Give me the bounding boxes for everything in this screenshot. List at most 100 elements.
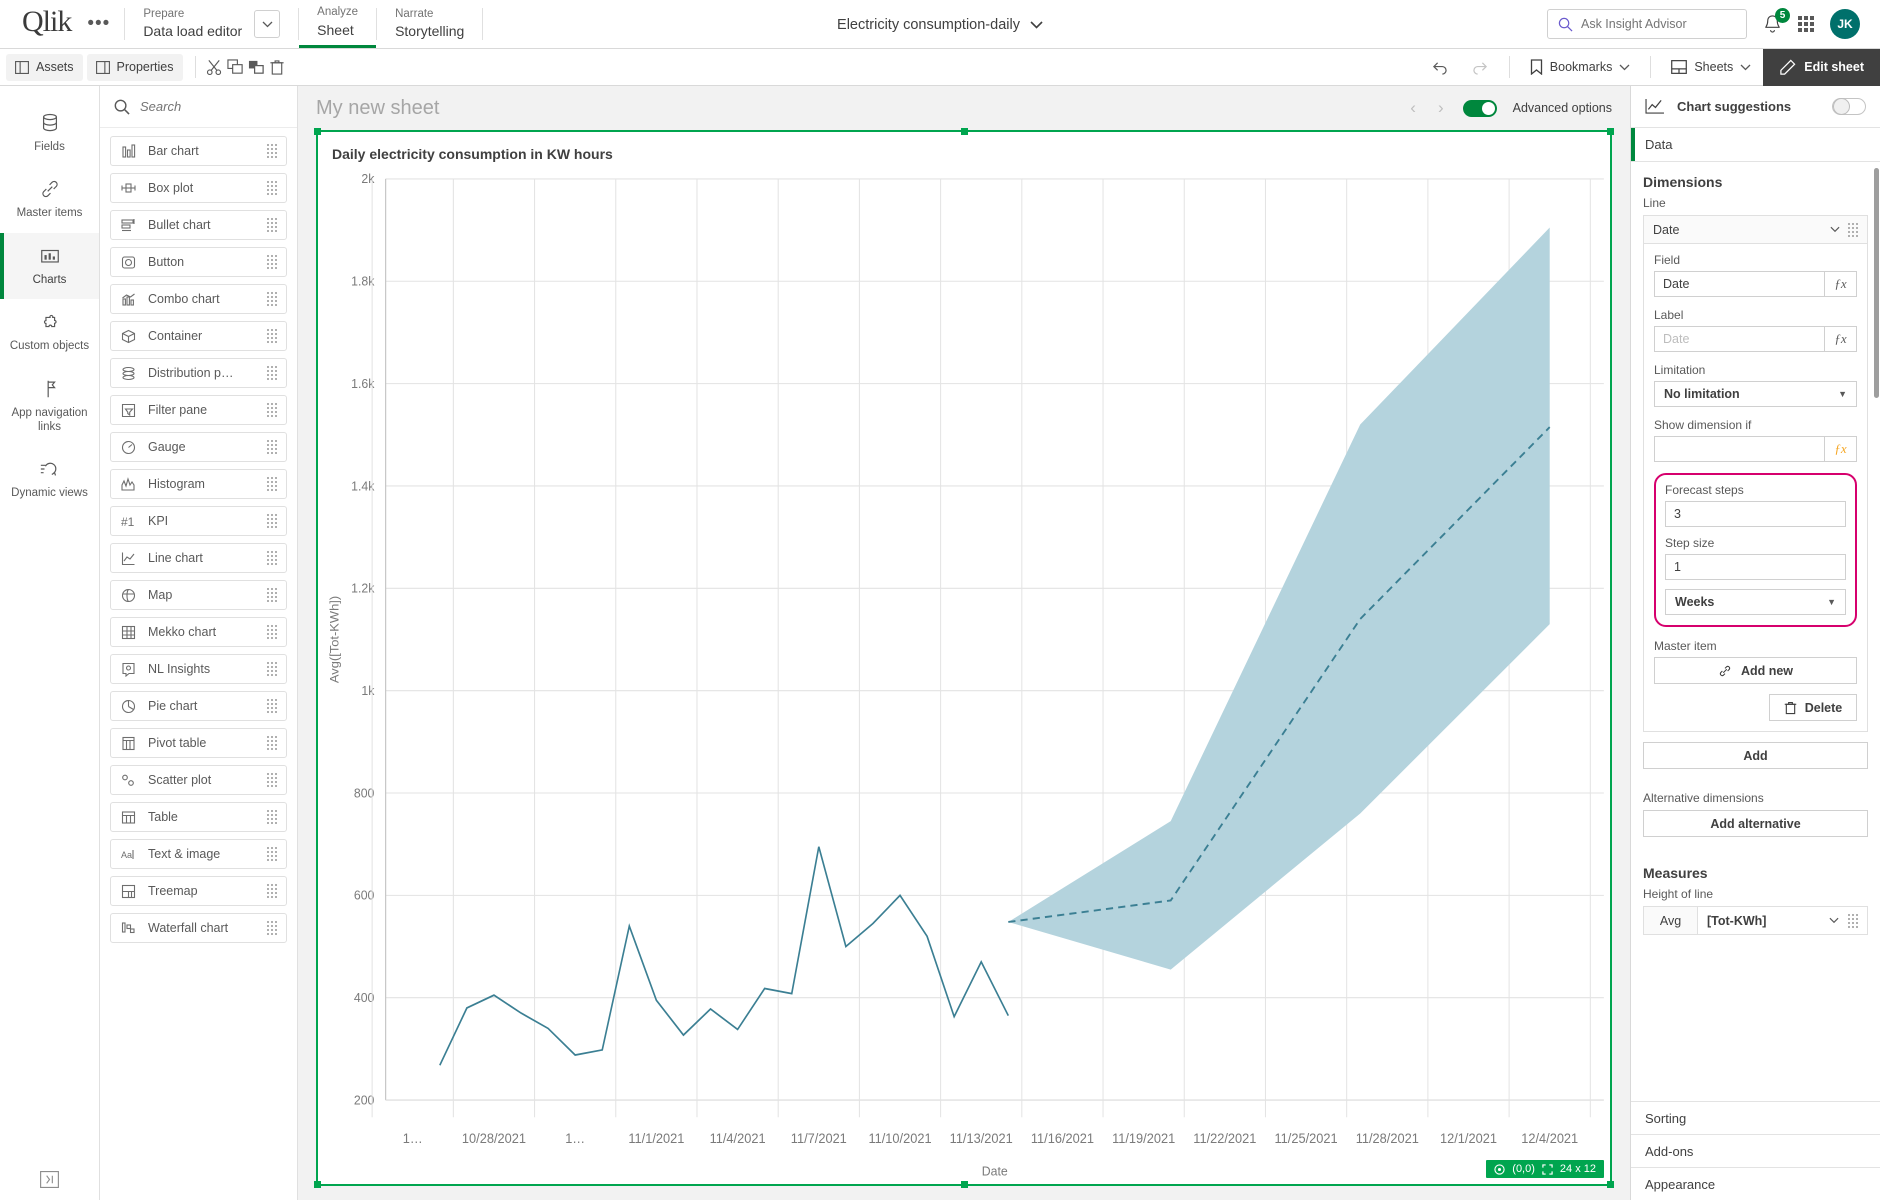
trash-icon[interactable] [267,59,288,76]
assets-search[interactable] [100,86,297,128]
edit-sheet-button[interactable]: Edit sheet [1763,49,1880,86]
more-horizontal-icon[interactable]: ••• [83,13,114,35]
sidebar-item-custom-objects[interactable]: Custom objects [0,299,99,365]
notifications-button[interactable]: 5 [1763,14,1782,34]
chart-suggestions-toggle[interactable] [1832,98,1866,115]
chart-type-item[interactable]: Mekko chart [110,617,287,647]
add-new-master-item-button[interactable]: Add new [1654,657,1857,684]
chart-type-item[interactable]: Histogram [110,469,287,499]
nav-analyze[interactable]: Analyze Sheet [299,0,376,48]
drag-handle-icon[interactable] [267,181,277,195]
search-input[interactable] [140,99,270,114]
chevron-down-icon[interactable] [254,10,280,38]
add-alternative-dimension-button[interactable]: Add alternative [1643,810,1868,837]
drag-handle-icon[interactable] [267,329,277,343]
chart-type-item[interactable]: Button [110,247,287,277]
forecast-steps-input[interactable]: 3 [1665,501,1846,527]
assets-button[interactable]: Assets [6,54,83,81]
chart-type-item[interactable]: Treemap [110,876,287,906]
chart-type-item[interactable]: Pie chart [110,691,287,721]
app-grid-icon[interactable] [1798,16,1814,32]
chart-type-item[interactable]: Scatter plot [110,765,287,795]
drag-handle-icon[interactable] [267,810,277,824]
avatar[interactable]: JK [1830,9,1860,39]
dimension-header[interactable]: Date [1644,216,1867,244]
chart-type-item[interactable]: NL Insights [110,654,287,684]
drag-handle-icon[interactable] [267,625,277,639]
drag-handle-icon[interactable] [267,366,277,380]
chart-type-item[interactable]: Gauge [110,432,287,462]
line-chart-svg[interactable]: 2004006008001k1.2k1.4k1.6k1.8k2k1…10/28/… [318,166,1610,1184]
expand-panel-button[interactable] [0,1171,99,1188]
sheets-button[interactable]: Sheets [1659,49,1763,86]
chevron-left-icon[interactable]: ‹ [1407,98,1419,118]
limitation-select[interactable]: No limitation ▼ [1654,381,1857,407]
chart-type-item[interactable]: Bar chart [110,136,287,166]
paste-icon[interactable] [246,59,267,76]
sidebar-item-fields[interactable]: Fields [0,100,99,166]
chart-type-item[interactable]: Waterfall chart [110,913,287,943]
chart-type-item[interactable]: Box plot [110,173,287,203]
resize-handle[interactable] [314,128,321,135]
chevron-right-icon[interactable]: › [1435,98,1447,118]
drag-handle-icon[interactable] [267,440,277,454]
chart-type-item[interactable]: #1KPI [110,506,287,536]
app-title[interactable]: Electricity consumption-daily [837,0,1043,49]
drag-handle-icon[interactable] [267,403,277,417]
accordion-add-ons[interactable]: Add-ons [1631,1134,1880,1167]
chart-type-item[interactable]: Container [110,321,287,351]
sidebar-item-master-items[interactable]: Master items [0,166,99,232]
drag-handle-icon[interactable] [267,514,277,528]
properties-scroll[interactable]: Dimensions Line Date Field Date ƒx [1631,162,1880,1101]
drag-handle-icon[interactable] [267,921,277,935]
drag-handle-icon[interactable] [267,773,277,787]
scrollbar[interactable] [1874,168,1879,398]
chart-type-item[interactable]: AaText & image [110,839,287,869]
drag-handle-icon[interactable] [267,255,277,269]
nav-prepare[interactable]: Prepare Data load editor [125,0,298,48]
label-expression-button[interactable]: ƒx [1824,326,1857,352]
undo-button[interactable] [1419,49,1460,86]
tab-data[interactable]: Data [1631,128,1880,162]
chart-type-item[interactable]: Combo chart [110,284,287,314]
measure-aggregation[interactable]: Avg [1644,907,1698,934]
step-size-input[interactable]: 1 [1665,554,1846,580]
show-dimension-if-expression-button[interactable]: ƒx [1824,436,1857,462]
delete-dimension-button[interactable]: Delete [1769,694,1857,721]
copy-icon[interactable] [225,59,246,76]
redo-button[interactable] [1460,49,1501,86]
properties-button[interactable]: Properties [87,54,183,81]
chart-plot-area[interactable]: 2004006008001k1.2k1.4k1.6k1.8k2k1…10/28/… [318,166,1610,1184]
chart-type-item[interactable]: Table [110,802,287,832]
resize-handle[interactable] [961,128,968,135]
sidebar-item-dynamic-views[interactable]: Dynamic views [0,446,99,512]
nav-narrate[interactable]: Narrate Storytelling [377,0,482,48]
drag-handle-icon[interactable] [267,662,277,676]
drag-handle-icon[interactable] [267,884,277,898]
insight-advisor-search[interactable] [1547,9,1747,39]
qlik-logo[interactable]: Qlik [22,5,71,39]
drag-handle-icon[interactable] [267,477,277,491]
search-input[interactable] [1581,17,1731,31]
accordion-sorting[interactable]: Sorting [1631,1101,1880,1134]
sidebar-item-charts[interactable]: Charts [0,233,99,299]
chart-type-item[interactable]: Pivot table [110,728,287,758]
drag-handle-icon[interactable] [267,847,277,861]
drag-handle-icon[interactable] [267,292,277,306]
drag-handle-icon[interactable] [267,736,277,750]
field-input[interactable]: Date [1654,271,1824,297]
add-dimension-button[interactable]: Add [1643,742,1868,769]
drag-handle-icon[interactable] [267,551,277,565]
chart-type-item[interactable]: Filter pane [110,395,287,425]
bookmarks-button[interactable]: Bookmarks [1518,49,1643,86]
drag-handle-icon[interactable] [267,699,277,713]
show-dimension-if-input[interactable] [1654,436,1824,462]
accordion-appearance[interactable]: Appearance [1631,1167,1880,1200]
step-unit-select[interactable]: Weeks ▼ [1665,589,1846,615]
drag-handle-icon[interactable] [267,144,277,158]
chart-type-item[interactable]: Line chart [110,543,287,573]
resize-handle[interactable] [1607,128,1614,135]
chart-type-item[interactable]: Distribution p… [110,358,287,388]
chart-type-item[interactable]: Map [110,580,287,610]
field-expression-button[interactable]: ƒx [1824,271,1857,297]
